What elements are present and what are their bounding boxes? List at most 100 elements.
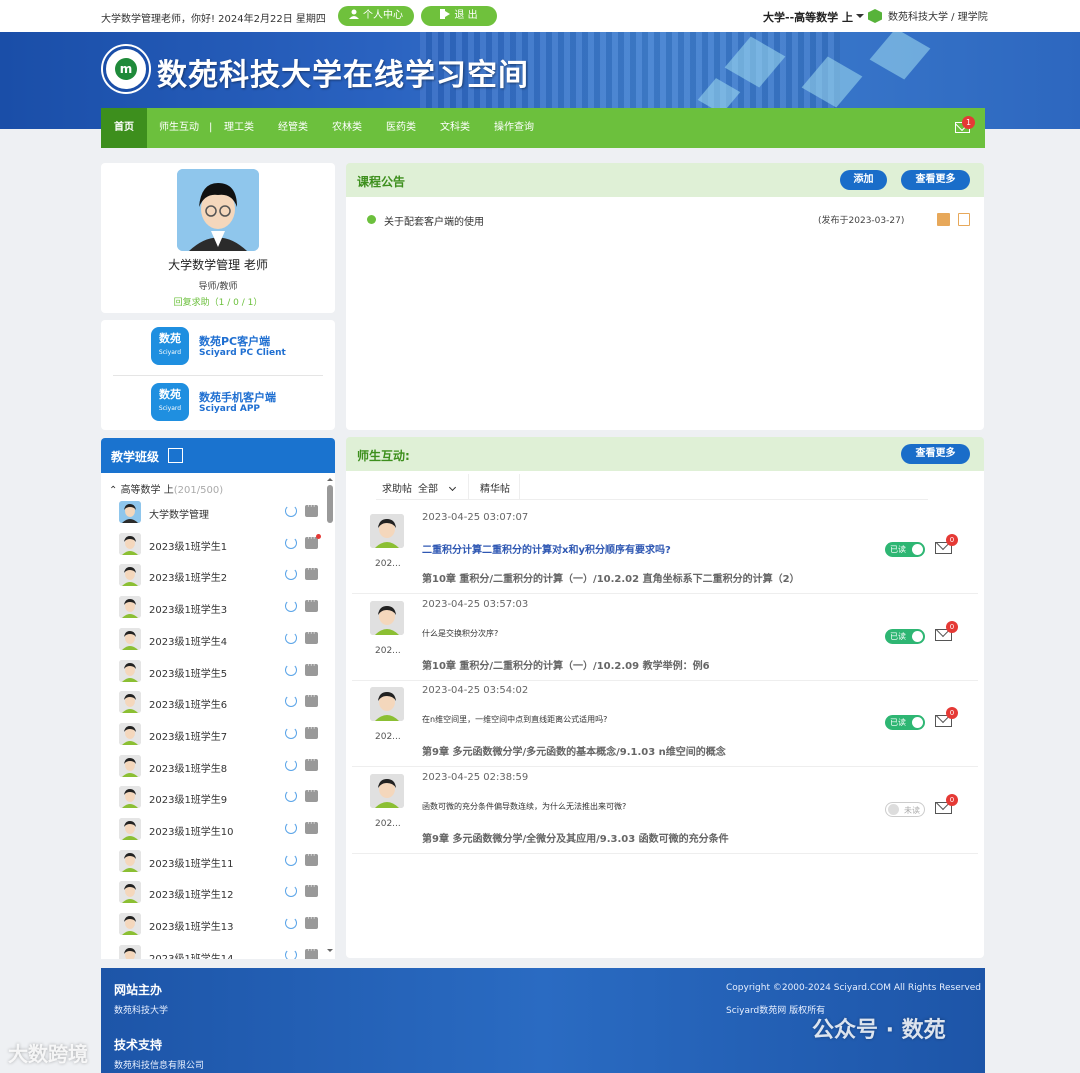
nav-economics[interactable]: 经管类 bbox=[278, 108, 308, 148]
student-row[interactable]: 2023级1班学生11 bbox=[119, 849, 324, 873]
chat-icon[interactable] bbox=[305, 914, 318, 930]
profile-card: 大学数学管理 老师 导师/教师 回复求助（1 / 0 / 1） bbox=[101, 163, 335, 313]
refresh-icon[interactable] bbox=[285, 505, 297, 517]
chat-icon[interactable] bbox=[305, 756, 318, 771]
chat-icon[interactable] bbox=[305, 946, 318, 959]
app-client-link[interactable]: 数苑 Sciyard 数苑手机客户端 Sciyard APP bbox=[151, 383, 321, 423]
user-center-button[interactable]: 个人中心 bbox=[338, 6, 414, 26]
logout-button[interactable]: 退 出 bbox=[421, 6, 497, 26]
scroll-down-icon[interactable] bbox=[327, 949, 333, 955]
student-row[interactable]: 2023级1班学生4 bbox=[119, 627, 324, 651]
student-row[interactable]: 2023级1班学生9 bbox=[119, 785, 324, 809]
student-avatar bbox=[119, 722, 141, 745]
student-row[interactable]: 大学数学管理 bbox=[119, 500, 324, 524]
post-item[interactable]: 202... 2023-04-25 03:07:07 二重积分计算二重积分的计算对x… bbox=[352, 508, 978, 594]
student-row[interactable]: 2023级1班学生1 bbox=[119, 532, 324, 556]
student-row[interactable]: 2023级1班学生2 bbox=[119, 563, 324, 587]
student-row[interactable]: 2023级1班学生7 bbox=[119, 722, 324, 746]
student-row[interactable]: 2023级1班学生12 bbox=[119, 880, 324, 904]
refresh-icon[interactable] bbox=[285, 853, 297, 866]
nav-medicine[interactable]: 医药类 bbox=[386, 108, 416, 148]
post-question[interactable]: 什么是交换积分次序? bbox=[422, 628, 498, 639]
post-item[interactable]: 202... 2023-04-25 03:54:02 在n维空间里，一维空间中点到直… bbox=[352, 681, 978, 767]
student-row[interactable]: 2023级1班学生5 bbox=[119, 659, 324, 683]
post-item[interactable]: 202... 2023-04-25 03:57:03 什么是交换积分次序? 第10章 … bbox=[352, 595, 978, 681]
refresh-icon[interactable] bbox=[285, 600, 297, 613]
notice-more-button[interactable]: 查看更多 bbox=[901, 170, 970, 190]
nav-agriculture[interactable]: 农林类 bbox=[332, 108, 362, 148]
sciyard-logo-icon: 数苑 Sciyard bbox=[151, 327, 189, 365]
refresh-icon[interactable] bbox=[285, 663, 297, 676]
refresh-icon[interactable] bbox=[285, 695, 297, 708]
chat-icon[interactable] bbox=[305, 629, 318, 644]
add-notice-button[interactable]: 添加 bbox=[840, 170, 887, 190]
filter-select[interactable]: 全部 bbox=[418, 480, 457, 495]
refresh-icon[interactable] bbox=[285, 917, 297, 930]
tab-help-posts[interactable]: 求助帖 bbox=[382, 480, 412, 495]
nav-interaction[interactable]: 师生互动 bbox=[159, 108, 199, 148]
read-status-toggle[interactable]: 已读 bbox=[885, 715, 925, 730]
post-question[interactable]: 函数可微的充分条件偏导数连续，为什么无法推出来可微? bbox=[422, 801, 626, 812]
refresh-icon[interactable] bbox=[285, 885, 297, 898]
scrollbar[interactable] bbox=[327, 475, 333, 955]
student-row[interactable]: 2023级1班学生10 bbox=[119, 817, 324, 841]
chat-icon[interactable] bbox=[305, 787, 318, 803]
student-row[interactable]: 2023级1班学生14 bbox=[119, 944, 324, 959]
scroll-thumb[interactable] bbox=[327, 485, 333, 523]
interaction-title: 师生互动: bbox=[357, 449, 410, 463]
help-replies-link[interactable]: 回复求助（1 / 0 / 1） bbox=[101, 295, 335, 308]
school-info: 数苑科技大学 / 理学院 bbox=[868, 8, 988, 23]
edit-icon[interactable] bbox=[937, 213, 950, 226]
mail-count-badge: 0 bbox=[946, 793, 958, 806]
refresh-icon[interactable] bbox=[285, 948, 297, 959]
student-row[interactable]: 2023级1班学生6 bbox=[119, 690, 324, 714]
nav-operation-query[interactable]: 操作查询 bbox=[494, 108, 534, 148]
nav-science[interactable]: 理工类 bbox=[224, 108, 254, 148]
student-avatar bbox=[119, 944, 141, 959]
tab-best-posts[interactable]: 精华帖 bbox=[480, 480, 510, 495]
notice-item[interactable]: 关于配套客户端的使用 (发布于2023-03-27) bbox=[346, 210, 984, 230]
chat-icon[interactable] bbox=[305, 851, 318, 866]
refresh-icon[interactable] bbox=[285, 790, 297, 803]
student-name: 2023级1班学生11 bbox=[149, 858, 234, 870]
post-time: 2023-04-25 03:07:07 bbox=[422, 512, 529, 523]
student-avatar bbox=[119, 532, 141, 555]
classes-title: 教学班级 bbox=[111, 450, 160, 464]
interaction-more-button[interactable]: 查看更多 bbox=[901, 444, 970, 464]
student-row[interactable]: 2023级1班学生8 bbox=[119, 754, 324, 778]
refresh-icon[interactable] bbox=[285, 822, 297, 834]
refresh-icon[interactable] bbox=[285, 758, 297, 771]
unread-dot bbox=[316, 533, 321, 539]
chat-icon[interactable] bbox=[305, 692, 318, 708]
student-name: 大学数学管理 bbox=[149, 510, 209, 521]
chat-icon[interactable] bbox=[305, 565, 318, 581]
post-question[interactable]: 二重积分计算二重积分的计算对x和y积分顺序有要求吗? bbox=[422, 541, 671, 556]
chat-icon[interactable] bbox=[305, 882, 318, 898]
pc-client-link[interactable]: 数苑 Sciyard 数苑PC客户端 Sciyard PC Client bbox=[151, 327, 321, 367]
read-status-toggle[interactable]: 未读 bbox=[885, 801, 925, 817]
chat-icon[interactable] bbox=[305, 819, 318, 834]
student-row[interactable]: 2023级1班学生13 bbox=[119, 912, 324, 936]
scroll-up-icon[interactable] bbox=[327, 475, 333, 481]
chat-icon[interactable] bbox=[305, 724, 318, 739]
sciyard-logo-icon: 数苑 Sciyard bbox=[151, 383, 189, 421]
student-row[interactable]: 2023级1班学生3 bbox=[119, 595, 324, 619]
nav-home[interactable]: 首页 bbox=[101, 108, 147, 148]
delete-icon[interactable] bbox=[958, 213, 970, 226]
refresh-icon[interactable] bbox=[285, 726, 297, 739]
read-status-toggle[interactable]: 已读 bbox=[885, 542, 925, 557]
refresh-icon[interactable] bbox=[285, 568, 297, 581]
class-group[interactable]: ⌃ 高等数学 上(201/500) bbox=[109, 481, 223, 496]
post-item[interactable]: 202... 2023-04-25 02:38:59 函数可微的充分条件偏导数连续，… bbox=[352, 768, 978, 854]
chat-icon[interactable] bbox=[305, 502, 318, 517]
site-title: 数苑科技大学在线学习空间 bbox=[157, 58, 529, 93]
chat-icon[interactable] bbox=[305, 597, 318, 613]
post-question[interactable]: 在n维空间里，一维空间中点到直线距离公式适用吗? bbox=[422, 714, 607, 725]
chat-icon[interactable] bbox=[305, 661, 318, 676]
refresh-icon[interactable] bbox=[285, 631, 297, 644]
read-status-toggle[interactable]: 已读 bbox=[885, 628, 925, 644]
nav-liberal-arts[interactable]: 文科类 bbox=[440, 108, 470, 148]
refresh-icon[interactable] bbox=[285, 536, 297, 549]
external-link-icon[interactable] bbox=[168, 448, 183, 463]
course-select[interactable]: 大学--高等数学 上 bbox=[763, 9, 864, 25]
